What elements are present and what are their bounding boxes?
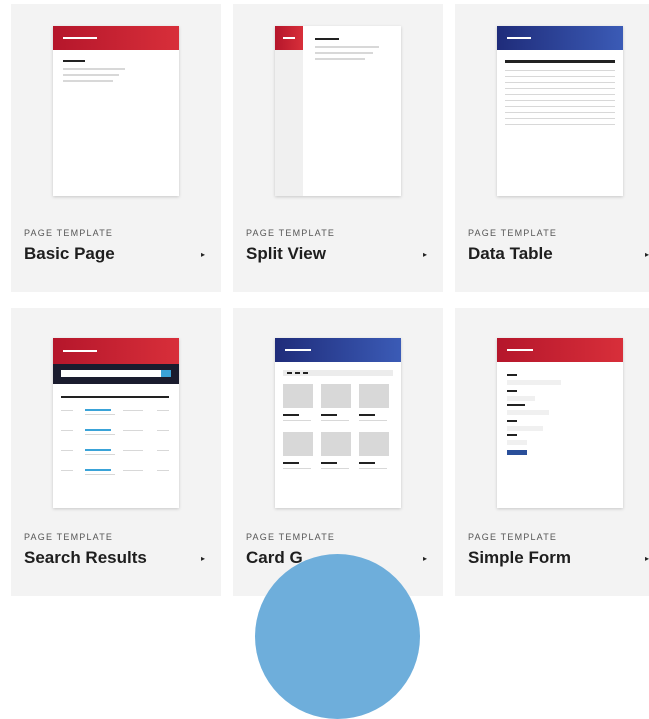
overlay-circle (255, 554, 420, 719)
search-results-thumbnail (53, 338, 179, 508)
card-label: PAGE TEMPLATE (24, 228, 114, 238)
card-label: PAGE TEMPLATE (468, 532, 558, 542)
card-title: Search Results (24, 548, 147, 567)
card-title: Split View (246, 244, 326, 263)
simple-form-thumbnail (497, 338, 623, 508)
split-view-thumbnail (275, 26, 401, 196)
template-card-data-table[interactable]: PAGE TEMPLATE Data Table ▸ (455, 4, 649, 292)
card-label: PAGE TEMPLATE (468, 228, 558, 238)
template-card-card-grid[interactable]: PAGE TEMPLATE Card G ▸ (233, 308, 443, 596)
caret-right-icon: ▸ (422, 249, 427, 259)
card-title: Simple Form (468, 548, 571, 567)
caret-right-icon: ▸ (422, 553, 427, 563)
basic-page-thumbnail (53, 26, 179, 196)
caret-right-icon: ▸ (644, 249, 649, 259)
caret-right-icon: ▸ (644, 553, 649, 563)
template-card-search-results[interactable]: PAGE TEMPLATE Search Results ▸ (11, 308, 221, 596)
caret-right-icon: ▸ (200, 249, 205, 259)
card-label: PAGE TEMPLATE (246, 228, 336, 238)
card-label: PAGE TEMPLATE (246, 532, 336, 542)
data-table-thumbnail (497, 26, 623, 196)
card-title: Basic Page (24, 244, 115, 263)
card-grid-thumbnail (275, 338, 401, 508)
template-card-split-view[interactable]: PAGE TEMPLATE Split View ▸ (233, 4, 443, 292)
card-label: PAGE TEMPLATE (24, 532, 114, 542)
template-card-basic-page[interactable]: PAGE TEMPLATE Basic Page ▸ (11, 4, 221, 292)
card-title: Data Table (468, 244, 553, 263)
caret-right-icon: ▸ (200, 553, 205, 563)
template-card-simple-form[interactable]: PAGE TEMPLATE Simple Form ▸ (455, 308, 649, 596)
